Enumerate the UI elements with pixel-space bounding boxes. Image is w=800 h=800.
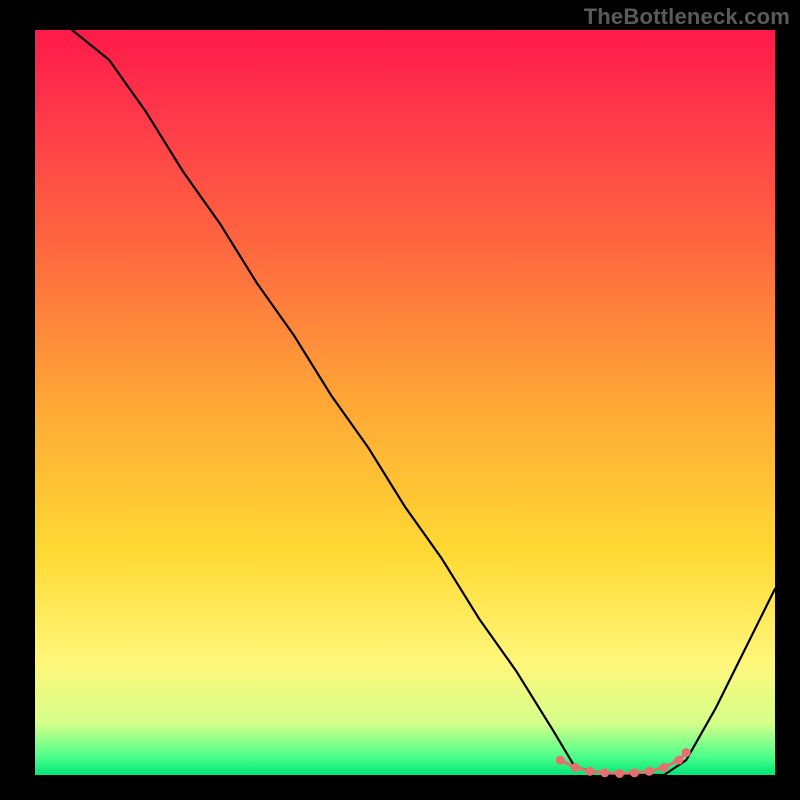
optimal-marker [556,756,565,765]
optimal-marker [630,768,639,777]
optimal-marker [600,768,609,777]
plot-gradient-background [35,30,775,775]
optimal-marker [586,767,595,776]
watermark-text: TheBottleneck.com [584,4,790,30]
optimal-marker [682,748,691,757]
optimal-marker [645,767,654,776]
chart-frame: TheBottleneck.com [0,0,800,800]
optimal-marker [615,769,624,778]
bottleneck-chart [0,0,800,800]
optimal-marker [571,763,580,772]
optimal-marker [674,756,683,765]
optimal-marker [660,763,669,772]
